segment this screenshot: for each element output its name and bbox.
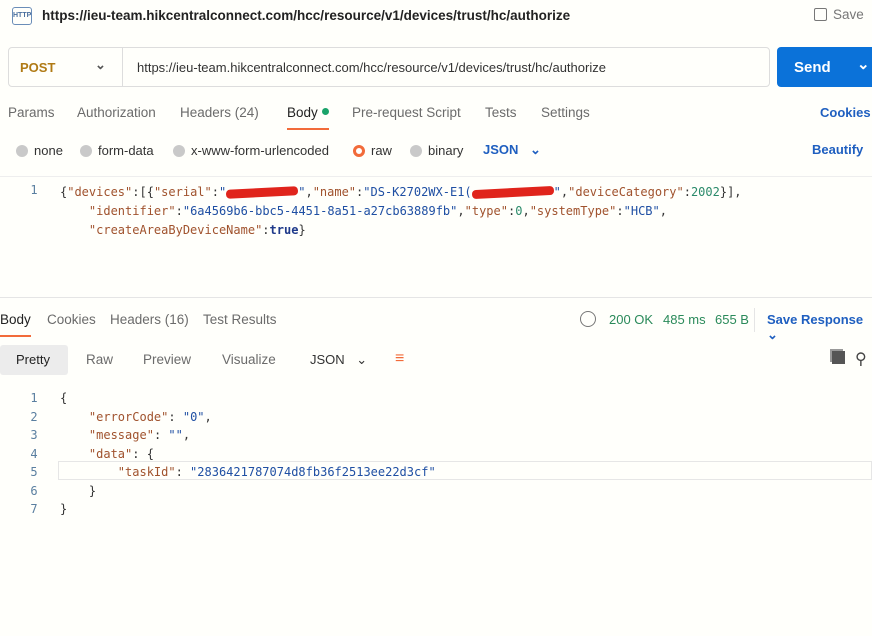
search-icon[interactable]: ⚲ [855,349,867,369]
url-bar: POST ⌄ https://ieu-team.hikcentralconnect… [8,47,770,87]
copy-icon[interactable] [832,351,845,364]
redacted-mark [471,185,554,200]
view-visualize[interactable]: Visualize [222,352,276,367]
radio-icon [16,145,28,157]
response-tab-test-results[interactable]: Test Results [203,312,277,327]
chevron-down-icon: ⌄ [857,56,870,73]
cookies-link[interactable]: Cookies [820,105,871,120]
radio-icon [80,145,92,157]
response-line-numbers: 1234567 [30,391,38,516]
beautify-link[interactable]: Beautify [812,142,863,157]
response-format-select[interactable]: JSON ⌄ [310,352,367,368]
status-code: 200 OK [609,312,654,327]
url-input[interactable]: https://ieu-team.hikcentralconnect.com/h… [137,60,606,75]
tab-pre-request-script[interactable]: Pre-request Script [352,105,461,120]
divider [754,308,755,332]
response-time: 485 ms [663,312,706,327]
view-raw[interactable]: Raw [86,352,113,367]
active-dot-icon [321,108,329,115]
response-body-code: { "errorCode": "0", "message": "", "data… [60,391,436,516]
chevron-down-icon: ⌄ [767,327,778,342]
globe-lock-icon [580,311,596,327]
view-preview[interactable]: Preview [143,352,191,367]
response-tab-cookies[interactable]: Cookies [47,312,96,327]
method-select[interactable]: POST ⌄ [9,48,123,86]
request-body-editor[interactable]: 1 {"devices":[{"serial":" ","name":"DS-K2… [0,176,872,298]
radio-icon [173,145,185,157]
chevron-down-icon: ⌄ [356,352,368,367]
response-tab-body[interactable]: Body [0,312,31,337]
radio-icon [410,145,422,157]
response-tab-headers[interactable]: Headers (16) [110,312,189,327]
send-button[interactable]: Send ⌄ [777,47,872,87]
tab-headers[interactable]: Headers (24) [180,105,259,120]
radio-selected-icon [353,145,365,157]
radio-raw[interactable]: raw [353,143,392,158]
request-title: https://ieu-team.hikcentralconnect.com/h… [42,8,571,23]
request-body-code: {"devices":[{"serial":" ","name":"DS-K270… [60,185,742,237]
radio-form-data[interactable]: form-data [80,143,154,158]
save-response-button[interactable]: Save Response ⌄ [767,312,872,343]
save-button[interactable]: Save [814,7,864,22]
chevron-down-icon: ⌄ [95,57,106,72]
tab-params[interactable]: Params [8,105,55,120]
save-icon [814,8,827,21]
tab-tests[interactable]: Tests [485,105,517,120]
redacted-mark [226,186,299,199]
radio-urlencoded[interactable]: x-www-form-urlencoded [173,143,329,158]
tab-settings[interactable]: Settings [541,105,590,120]
tab-authorization[interactable]: Authorization [77,105,156,120]
radio-none[interactable]: none [16,143,63,158]
response-size: 655 B [715,312,749,327]
chevron-down-icon: ⌄ [530,142,541,157]
wrap-lines-icon[interactable]: ≡ [395,350,404,368]
body-format-select[interactable]: JSON ⌄ [483,142,541,158]
http-icon: HTTP [12,7,32,25]
radio-binary[interactable]: binary [410,143,463,158]
view-pretty[interactable]: Pretty [0,345,68,375]
tab-body[interactable]: Body [287,105,329,130]
